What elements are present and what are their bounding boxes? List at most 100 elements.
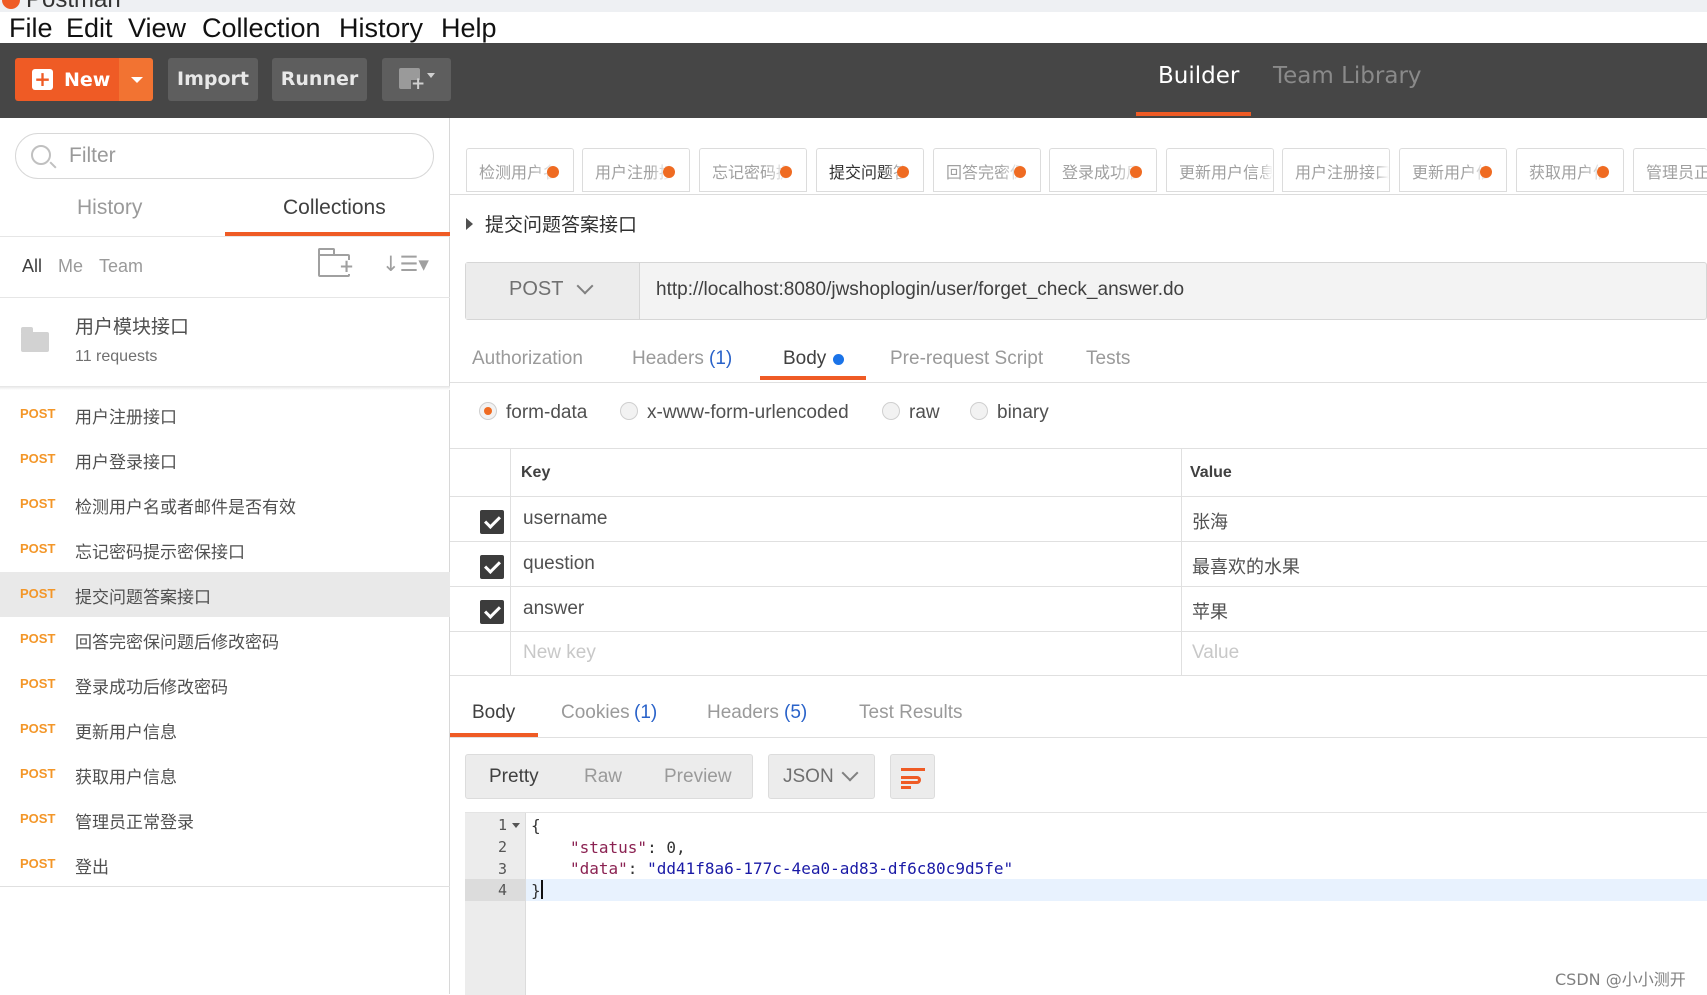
radio-binary[interactable] xyxy=(970,402,988,420)
request-name: 登录成功后修改密码 xyxy=(75,678,228,698)
request-tab[interactable]: 更新用户信息 xyxy=(1166,148,1274,192)
radio-raw[interactable] xyxy=(882,402,900,420)
request-tab[interactable]: 回答完密保问题后修改密码 xyxy=(933,148,1041,192)
row-checkbox[interactable] xyxy=(480,600,504,624)
tab-headers[interactable]: Headers xyxy=(632,348,704,370)
code-line: "status": 0, xyxy=(570,838,686,857)
request-tab-active[interactable]: 提交问题答案接口 xyxy=(816,148,924,192)
request-item[interactable]: POST 管理员正常登录 xyxy=(0,797,450,842)
sort-icon[interactable]: ↓☰▾ xyxy=(382,252,429,280)
method-badge: POST xyxy=(20,586,56,601)
request-item[interactable]: POST 用户登录接口 xyxy=(0,437,450,482)
request-tab[interactable]: 检测用户名或者邮件是否有效 xyxy=(466,148,574,192)
menu-view[interactable]: View xyxy=(128,12,186,44)
tab-body[interactable]: Body xyxy=(783,348,826,370)
line-number: 4 xyxy=(497,881,507,899)
request-tab[interactable]: 忘记密码提示密保接口 xyxy=(699,148,807,192)
request-item[interactable]: POST 获取用户信息 xyxy=(0,752,450,797)
response-tab-test-results[interactable]: Test Results xyxy=(859,702,962,724)
new-button[interactable]: + New xyxy=(15,58,119,101)
request-tab[interactable]: 登录成功后修改密码 xyxy=(1049,148,1157,192)
collapse-triangle-icon[interactable] xyxy=(466,218,473,230)
search-icon xyxy=(31,145,51,165)
wrap-lines-button[interactable] xyxy=(890,754,935,799)
unsaved-dot-icon xyxy=(897,166,909,178)
view-preview[interactable]: Preview xyxy=(664,766,732,788)
param-key[interactable]: question xyxy=(523,553,595,575)
response-tab-cookies[interactable]: Cookies xyxy=(561,702,630,724)
unsaved-dot-icon xyxy=(1130,166,1142,178)
menu-edit[interactable]: Edit xyxy=(66,12,113,44)
header-toolbar: + New Import Runner Builder Team Library xyxy=(0,43,1707,118)
view-pretty[interactable]: Pretty xyxy=(489,766,539,788)
request-item[interactable]: POST 登录成功后修改密码 xyxy=(0,662,450,707)
request-item[interactable]: POST 登出 xyxy=(0,842,450,887)
response-code-viewer[interactable]: 1 2 3 4 { "status": 0, "data": "dd41f8a6… xyxy=(465,812,1707,995)
tab-authorization[interactable]: Authorization xyxy=(472,348,583,370)
new-collection-icon[interactable] xyxy=(318,248,355,277)
param-value[interactable]: 苹果 xyxy=(1192,598,1228,624)
param-key[interactable]: answer xyxy=(523,598,584,620)
menu-help[interactable]: Help xyxy=(441,12,497,44)
menu-history[interactable]: History xyxy=(339,12,423,44)
param-value[interactable]: 最喜欢的水果 xyxy=(1192,553,1300,579)
request-item[interactable]: POST 用户注册接口 xyxy=(0,392,450,437)
request-tab[interactable]: 用户注册接口 xyxy=(1282,148,1390,192)
response-tab-body[interactable]: Body xyxy=(472,702,515,724)
view-raw[interactable]: Raw xyxy=(584,766,622,788)
tab-builder[interactable]: Builder xyxy=(1158,63,1239,89)
import-button[interactable]: Import xyxy=(168,58,258,101)
request-tab[interactable]: 用户注册接口 xyxy=(582,148,690,192)
request-item[interactable]: POST 更新用户信息 xyxy=(0,707,450,752)
method-badge: POST xyxy=(20,676,56,691)
method-badge: POST xyxy=(20,406,56,421)
request-item[interactable]: POST 回答完密保问题后修改密码 xyxy=(0,617,450,662)
menu-collection[interactable]: Collection xyxy=(202,12,321,44)
cookies-count: (1) xyxy=(634,702,658,723)
tab-team-library[interactable]: Team Library xyxy=(1273,63,1422,89)
wrap-icon xyxy=(901,768,925,771)
request-name: 用户登录接口 xyxy=(75,453,177,473)
new-dropdown-button[interactable] xyxy=(119,58,153,101)
request-tab[interactable]: 获取用户信息 xyxy=(1516,148,1624,192)
request-item[interactable]: POST 忘记密码提示密保接口 xyxy=(0,527,450,572)
request-item-active[interactable]: POST 提交问题答案接口 xyxy=(0,572,450,617)
request-item[interactable]: POST 检测用户名或者邮件是否有效 xyxy=(0,482,450,527)
url-input[interactable]: http://localhost:8080/jwshoplogin/user/f… xyxy=(656,279,1184,301)
row-checkbox[interactable] xyxy=(480,555,504,579)
sidebar-tab-collections[interactable]: Collections xyxy=(283,196,386,220)
fold-arrow-icon[interactable] xyxy=(512,823,520,828)
sidebar-tab-history[interactable]: History xyxy=(77,196,142,220)
runner-button[interactable]: Runner xyxy=(272,58,367,101)
request-tab[interactable]: 更新用户信息 xyxy=(1399,148,1507,192)
tab-prerequest-script[interactable]: Pre-request Script xyxy=(890,348,1043,370)
filter-input[interactable] xyxy=(69,142,419,170)
filter-me[interactable]: Me xyxy=(58,256,83,277)
param-key[interactable]: username xyxy=(523,508,608,530)
new-window-button[interactable] xyxy=(382,58,451,101)
plus-icon: + xyxy=(32,69,53,90)
radio-urlencoded[interactable] xyxy=(620,402,638,420)
collection-folder[interactable]: 用户模块接口 11 requests xyxy=(0,298,450,386)
sidebar: History Collections All Me Team ↓☰▾ 用户模块… xyxy=(0,118,450,994)
format-select[interactable]: JSON xyxy=(768,754,875,799)
new-key-input[interactable]: New key xyxy=(523,642,596,664)
filter-all[interactable]: All xyxy=(22,256,42,277)
menu-file[interactable]: File xyxy=(9,12,53,44)
chevron-down-icon xyxy=(576,277,594,295)
text-cursor xyxy=(540,880,543,899)
filter-team[interactable]: Team xyxy=(99,256,143,277)
row-checkbox[interactable] xyxy=(480,510,504,534)
radio-form-data[interactable] xyxy=(479,402,497,420)
response-tab-headers[interactable]: Headers xyxy=(707,702,779,724)
param-value[interactable]: 张海 xyxy=(1192,508,1228,534)
new-value-input[interactable]: Value xyxy=(1192,642,1239,664)
tab-tests[interactable]: Tests xyxy=(1086,348,1130,370)
line-number: 2 xyxy=(497,838,507,856)
new-button-label: New xyxy=(64,69,111,91)
request-tab[interactable]: 管理员正常登录 xyxy=(1633,148,1707,192)
method-select[interactable]: POST xyxy=(466,263,640,319)
method-badge: POST xyxy=(20,451,56,466)
request-name: 管理员正常登录 xyxy=(75,813,194,833)
request-title[interactable]: 提交问题答案接口 xyxy=(485,210,637,237)
